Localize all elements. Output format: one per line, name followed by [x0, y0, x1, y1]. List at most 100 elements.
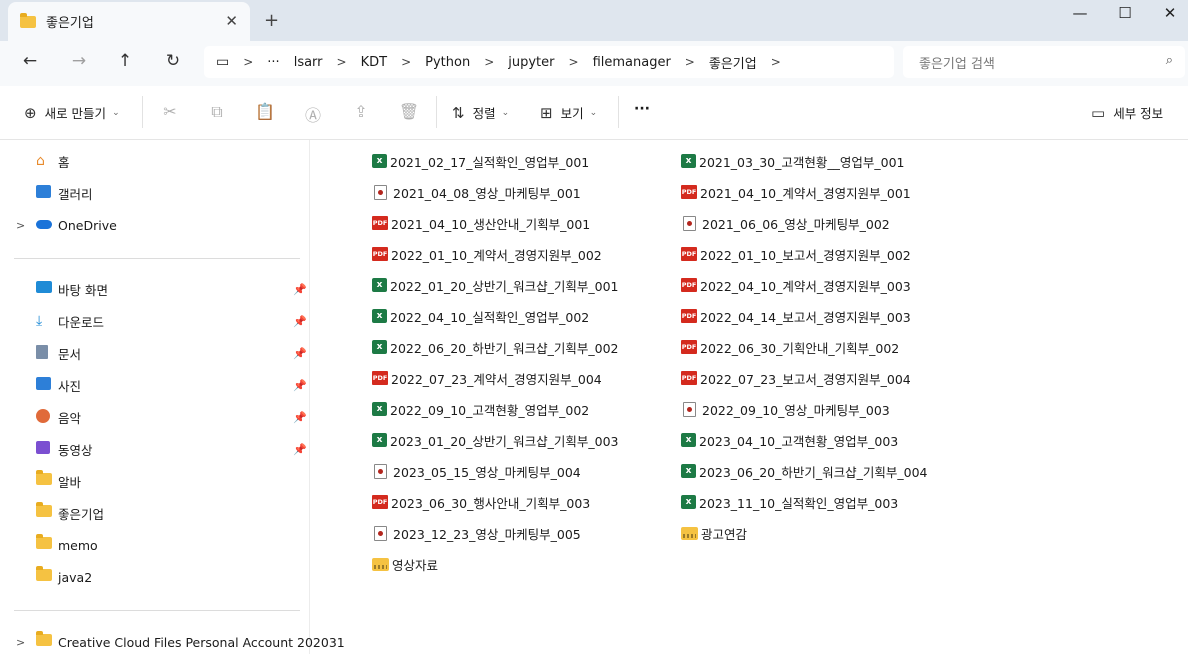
more-options-button[interactable]: ··· [634, 101, 650, 117]
sidebar-item[interactable]: 갤러리 [0, 181, 310, 205]
file-item[interactable]: 2023_12_23_영상_마케팅부_005 [372, 522, 581, 544]
tab-close-icon[interactable]: ✕ [225, 12, 238, 30]
breadcrumb-more[interactable]: ··· [267, 55, 279, 70]
computer-icon[interactable]: ▭ [216, 54, 229, 70]
divider [436, 96, 437, 128]
sidebar-item-label: 사진 [58, 378, 82, 394]
breadcrumb-item[interactable]: filemanager [593, 55, 671, 70]
pin-icon[interactable]: 📌 [293, 283, 307, 296]
share-icon[interactable]: ⇪ [349, 102, 373, 121]
chevron-right-icon[interactable]: > [16, 636, 25, 649]
file-item[interactable]: 2021_04_08_영상_마케팅부_001 [372, 181, 581, 203]
chevron-right-icon[interactable]: > [337, 55, 347, 69]
pin-icon[interactable]: 📌 [293, 411, 307, 424]
minimize-button[interactable]: — [1057, 4, 1103, 22]
sidebar-item[interactable]: > Creative Cloud Files Personal Account 2… [0, 630, 345, 654]
maximize-button[interactable]: ☐ [1102, 4, 1148, 22]
file-item[interactable]: 2022_09_10_영상_마케팅부_003 [681, 398, 890, 420]
paste-icon[interactable]: 📋 [253, 102, 277, 121]
forward-button[interactable]: → [66, 51, 92, 71]
chevron-right-icon[interactable]: > [243, 55, 253, 69]
pin-icon[interactable]: 📌 [293, 443, 307, 456]
file-item[interactable]: x 2023_06_20_하반기_워크샵_기획부_004 [681, 460, 927, 482]
close-window-button[interactable]: ✕ [1147, 4, 1188, 22]
back-button[interactable]: ← [17, 51, 43, 71]
sidebar-item[interactable]: memo [0, 533, 310, 557]
chevron-right-icon[interactable]: > [16, 219, 25, 232]
rename-icon[interactable]: Ⓐ [301, 102, 325, 126]
file-item[interactable]: PDF 2022_01_10_계약서_경영지원부_002 [372, 243, 602, 265]
breadcrumb-item[interactable]: jupyter [508, 55, 554, 70]
file-name: 2022_06_20_하반기_워크샵_기획부_002 [390, 340, 619, 356]
file-item[interactable]: 영상자료 [372, 553, 438, 575]
file-name: 2022_06_30_기획안내_기획부_002 [700, 340, 900, 356]
view-button[interactable]: ⊞ 보기 ⌄ [540, 103, 597, 122]
pin-icon[interactable]: 📌 [293, 315, 307, 328]
breadcrumb-item-current[interactable]: 좋은기업 [709, 53, 757, 72]
file-item[interactable]: PDF 2023_06_30_행사안내_기획부_003 [372, 491, 590, 513]
pin-icon[interactable]: 📌 [293, 379, 307, 392]
search-icon: ⌕ [1165, 53, 1173, 68]
file-item[interactable]: x 2022_09_10_고객현황_영업부_002 [372, 398, 589, 420]
delete-icon[interactable]: 🗑 [397, 102, 421, 121]
sidebar-item[interactable]: 바탕 화면 📌 [0, 277, 310, 301]
sidebar-item[interactable]: > OneDrive [0, 213, 310, 237]
file-item[interactable]: x 2021_03_30_고객현황__영업부_001 [681, 150, 904, 172]
chevron-right-icon[interactable]: > [771, 55, 781, 69]
file-item[interactable]: PDF 2022_07_23_계약서_경영지원부_004 [372, 367, 602, 389]
file-item[interactable]: PDF 2022_07_23_보고서_경영지원부_004 [681, 367, 911, 389]
chevron-right-icon[interactable]: > [685, 55, 695, 69]
breadcrumb-item[interactable]: Python [425, 55, 470, 70]
file-item[interactable]: x 2023_01_20_상반기_워크샵_기획부_003 [372, 429, 618, 451]
file-item[interactable]: 2023_05_15_영상_마케팅부_004 [372, 460, 581, 482]
file-item[interactable]: x 2023_11_10_실적확인_영업부_003 [681, 491, 898, 513]
breadcrumb-item[interactable]: KDT [361, 55, 387, 70]
up-button[interactable]: ↑ [112, 51, 138, 71]
file-item[interactable]: PDF 2021_04_10_생산안내_기획부_001 [372, 212, 590, 234]
file-item[interactable]: x 2021_02_17_실적확인_영업부_001 [372, 150, 589, 172]
file-item[interactable]: 2021_06_06_영상_마케팅부_002 [681, 212, 890, 234]
sidebar-item[interactable]: ⌂ 홈 [0, 149, 310, 173]
sidebar-item[interactable]: 알바 [0, 469, 310, 493]
pin-icon[interactable]: 📌 [293, 347, 307, 360]
new-button[interactable]: ⊕ 새로 만들기 ⌄ [24, 103, 120, 122]
sidebar-item[interactable]: 좋은기업 [0, 501, 310, 525]
tab-current-folder[interactable]: 좋은기업 ✕ [8, 2, 250, 41]
folder-icon [20, 12, 36, 28]
file-item[interactable]: x 2023_04_10_고객현황_영업부_003 [681, 429, 898, 451]
divider [14, 610, 300, 611]
sidebar-item-label: 알바 [58, 474, 82, 490]
sort-button[interactable]: ⇅ 정렬 ⌄ [452, 103, 509, 122]
sidebar-item[interactable]: 음악 📌 [0, 405, 310, 429]
file-item[interactable]: x 2022_04_10_실적확인_영업부_002 [372, 305, 589, 327]
file-item[interactable]: 광고연감 [681, 522, 747, 544]
music-icon [36, 409, 50, 426]
pictures-icon [36, 377, 51, 393]
new-tab-button[interactable]: + [264, 10, 279, 31]
sidebar-item[interactable]: 사진 📌 [0, 373, 310, 397]
chevron-right-icon[interactable]: > [401, 55, 411, 69]
file-item[interactable]: x 2022_06_20_하반기_워크샵_기획부_002 [372, 336, 618, 358]
file-item[interactable]: PDF 2022_04_14_보고서_경영지원부_003 [681, 305, 911, 327]
address-bar[interactable]: ▭ > ··· lsarr > KDT > Python > jupyter >… [204, 46, 894, 78]
cut-icon[interactable]: ✂ [158, 102, 182, 121]
desktop-icon [36, 281, 52, 296]
sidebar-item[interactable]: 동영상 📌 [0, 437, 310, 461]
breadcrumb-item[interactable]: lsarr [294, 55, 323, 70]
sidebar-item-label: 다운로드 [58, 314, 105, 330]
file-item[interactable]: PDF 2022_01_10_보고서_경영지원부_002 [681, 243, 911, 265]
file-item[interactable]: x 2022_01_20_상반기_워크샵_기획부_001 [372, 274, 618, 296]
chevron-right-icon[interactable]: > [484, 55, 494, 69]
sidebar-item[interactable]: java2 [0, 565, 310, 589]
copy-icon[interactable]: ⧉ [205, 102, 229, 122]
details-pane-button[interactable]: ▭ 세부 정보 [1091, 103, 1163, 122]
search-input[interactable]: 좋은기업 검색 ⌕ [903, 46, 1185, 78]
sidebar-item[interactable]: 문서 📌 [0, 341, 310, 365]
chevron-right-icon[interactable]: > [569, 55, 579, 69]
file-item[interactable]: PDF 2021_04_10_계약서_경영지원부_001 [681, 181, 911, 203]
file-item[interactable]: PDF 2022_06_30_기획안내_기획부_002 [681, 336, 899, 358]
file-name: 2021_06_06_영상_마케팅부_002 [702, 216, 890, 232]
sidebar-item[interactable]: ⤓ 다운로드 📌 [0, 309, 310, 333]
file-item[interactable]: PDF 2022_04_10_계약서_경영지원부_003 [681, 274, 911, 296]
refresh-button[interactable]: ↻ [160, 51, 186, 71]
